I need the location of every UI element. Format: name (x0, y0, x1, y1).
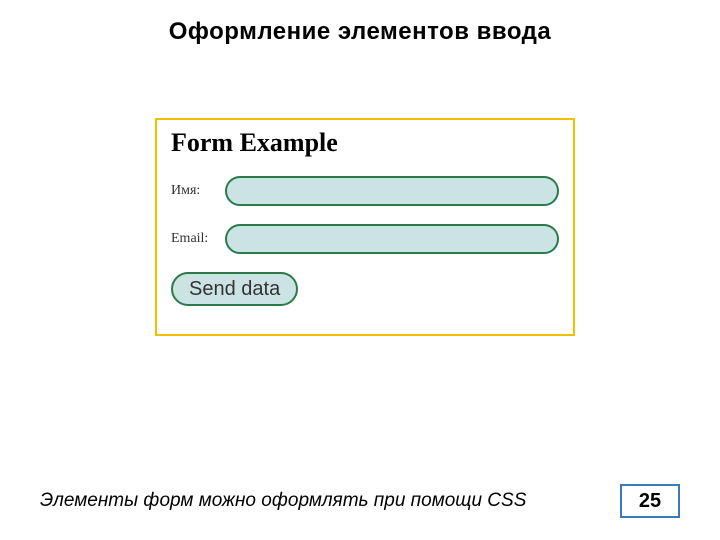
slide-title: Оформление элементов ввода (0, 0, 720, 46)
submit-button[interactable]: Send data (171, 272, 298, 306)
email-label: Email: (171, 231, 217, 247)
name-input[interactable] (225, 176, 559, 206)
page-number: 25 (620, 484, 680, 518)
email-input[interactable] (225, 224, 559, 254)
form-row-email: Email: (171, 224, 559, 254)
form-row-name: Имя: (171, 176, 559, 206)
name-label: Имя: (171, 183, 217, 199)
form-example-box: Form Example Имя: Email: Send data (155, 118, 575, 336)
form-heading: Form Example (171, 128, 559, 158)
footer-note: Элементы форм можно оформлять при помощи… (40, 490, 526, 512)
